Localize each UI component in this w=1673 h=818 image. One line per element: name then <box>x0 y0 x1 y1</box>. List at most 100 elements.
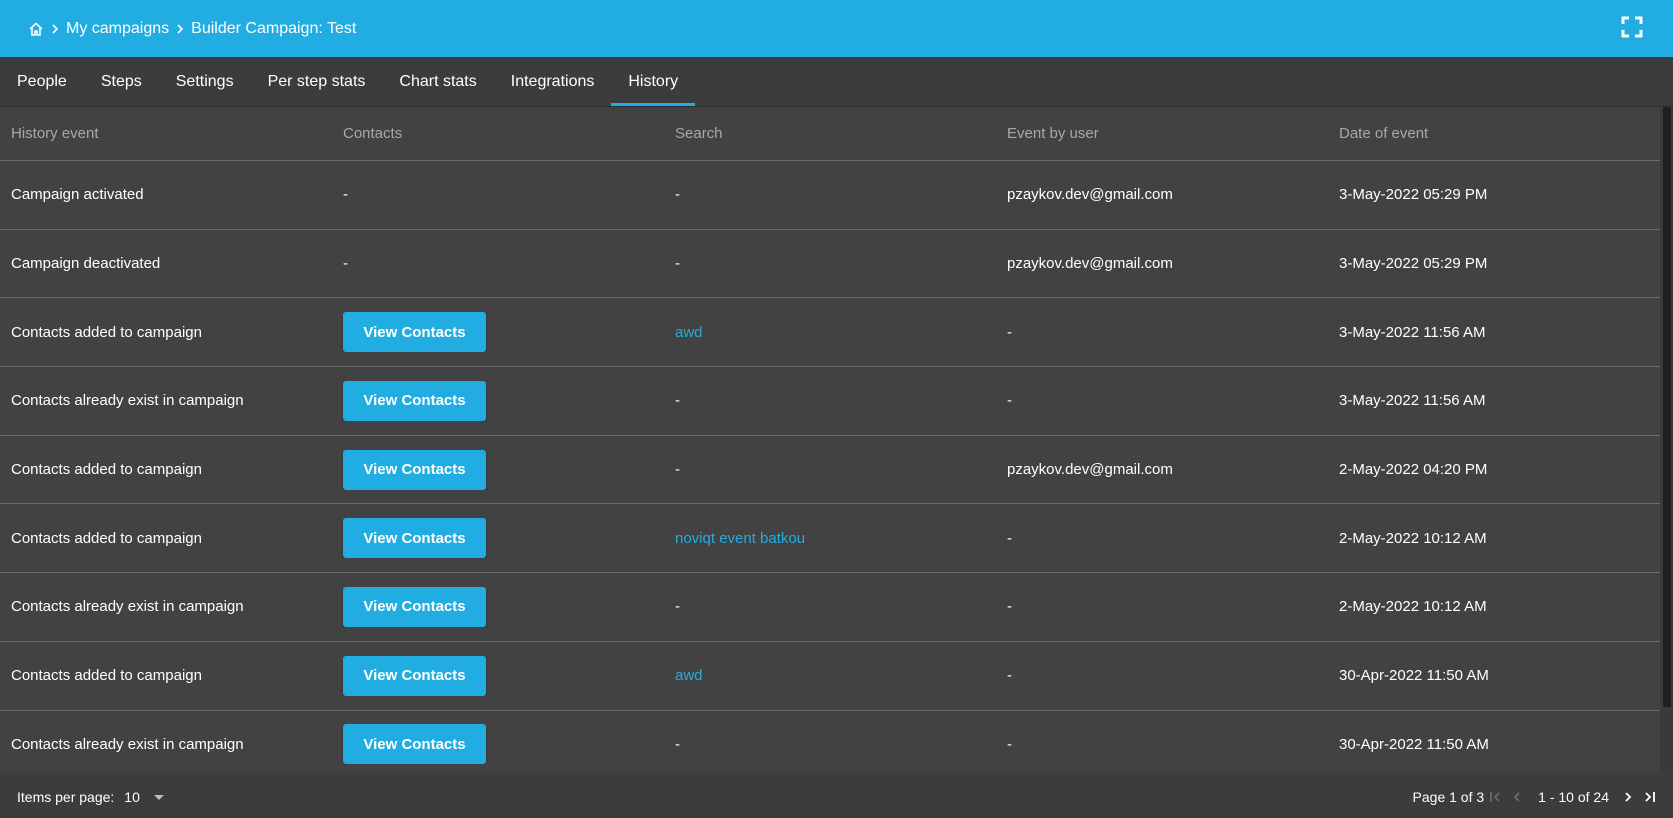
search-cell: - <box>675 255 680 273</box>
table-row: Contacts already exist in campaign View C… <box>0 573 1660 642</box>
view-contacts-button[interactable]: View Contacts <box>343 449 486 490</box>
column-header-date-of-event[interactable]: Date of event <box>1328 125 1660 142</box>
table-row: Contacts added to campaign View Contacts -… <box>0 436 1660 505</box>
history-event-cell: Contacts added to campaign <box>11 667 202 685</box>
page-navigation: Page 1 of 3 1 - 10 of 24 <box>1413 787 1661 807</box>
date-of-event-cell: 3-May-2022 05:29 PM <box>1339 186 1488 204</box>
column-header-search[interactable]: Search <box>664 125 996 142</box>
event-by-user-cell: pzaykov.dev@gmail.com <box>1007 255 1173 273</box>
date-of-event-cell: 30-Apr-2022 11:50 AM <box>1339 667 1489 685</box>
table-row: Contacts already exist in campaign View C… <box>0 367 1660 436</box>
table-row: Contacts added to campaign View Contacts a… <box>0 642 1660 711</box>
tab-people[interactable]: People <box>0 57 84 106</box>
table-row: Campaign activated - - pzaykov.dev@gmail.co… <box>0 161 1660 230</box>
items-per-page: Items per page: 10 <box>17 789 164 805</box>
view-contacts-button[interactable]: View Contacts <box>343 724 486 765</box>
previous-page-icon[interactable] <box>1506 787 1528 807</box>
contacts-cell: View Contacts <box>332 518 664 559</box>
view-contacts-button[interactable]: View Contacts <box>343 655 486 696</box>
table-body: Campaign activated - - pzaykov.dev@gmail.co… <box>0 161 1660 773</box>
search-link[interactable]: awd <box>675 667 703 684</box>
tab-chart-stats[interactable]: Chart stats <box>382 57 493 106</box>
table-row: Campaign deactivated - - pzaykov.dev@gmail.… <box>0 230 1660 299</box>
history-event-cell: Campaign activated <box>11 186 144 204</box>
scrollbar-thumb[interactable] <box>1663 107 1671 707</box>
search-cell: - <box>675 392 680 410</box>
column-header-contacts[interactable]: Contacts <box>332 125 664 142</box>
search-link[interactable]: noviqt event batkou <box>675 530 805 547</box>
tab-settings[interactable]: Settings <box>159 57 251 106</box>
search-cell: awd <box>664 324 996 341</box>
breadcrumb: My campaigns Builder Campaign: Test <box>28 20 356 38</box>
contacts-cell: View Contacts <box>332 380 664 421</box>
contacts-cell: View Contacts <box>332 449 664 490</box>
column-header-event-by-user[interactable]: Event by user <box>996 125 1328 142</box>
paginator: Items per page: 10 Page 1 of 3 1 - 10 of… <box>0 773 1673 818</box>
event-by-user-cell: - <box>1007 667 1012 685</box>
tab-per-step-stats[interactable]: Per step stats <box>251 57 383 106</box>
event-by-user-cell: pzaykov.dev@gmail.com <box>1007 186 1173 204</box>
date-of-event-cell: 3-May-2022 11:56 AM <box>1339 392 1486 410</box>
history-event-cell: Contacts added to campaign <box>11 461 202 479</box>
tab-steps[interactable]: Steps <box>84 57 159 106</box>
search-cell: awd <box>664 667 996 684</box>
event-by-user-cell: - <box>1007 392 1012 410</box>
contacts-cell: View Contacts <box>332 655 664 696</box>
tab-bar: People Steps Settings Per step stats Cha… <box>0 57 1673 107</box>
contacts-cell: - <box>343 186 348 204</box>
table-row: Contacts already exist in campaign View C… <box>0 711 1660 774</box>
date-of-event-cell: 3-May-2022 11:56 AM <box>1339 323 1486 341</box>
range-label: 1 - 10 of 24 <box>1538 789 1609 805</box>
table-row: Contacts added to campaign View Contacts a… <box>0 298 1660 368</box>
fullscreen-icon[interactable] <box>1621 16 1643 38</box>
first-page-icon[interactable] <box>1484 787 1506 807</box>
contacts-cell: View Contacts <box>332 724 664 765</box>
contacts-cell: View Contacts <box>332 312 664 353</box>
search-cell: - <box>675 735 680 753</box>
breadcrumb-current: Builder Campaign: Test <box>191 19 357 37</box>
next-page-icon[interactable] <box>1617 787 1639 807</box>
date-of-event-cell: 2-May-2022 10:12 AM <box>1339 598 1487 616</box>
view-contacts-button[interactable]: View Contacts <box>343 518 486 559</box>
page-label: Page 1 of 3 <box>1412 789 1485 805</box>
table-row: Contacts added to campaign View Contacts n… <box>0 504 1660 574</box>
chevron-down-icon <box>153 794 164 800</box>
breadcrumb-my-campaigns[interactable]: My campaigns <box>66 20 169 38</box>
date-of-event-cell: 30-Apr-2022 11:50 AM <box>1339 735 1489 753</box>
history-event-cell: Contacts already exist in campaign <box>11 392 244 410</box>
search-cell: - <box>675 461 680 479</box>
table-header: History event Contacts Search Event by u… <box>0 107 1660 161</box>
chevron-right-icon <box>50 23 60 35</box>
event-by-user-cell: - <box>1007 598 1012 616</box>
search-link[interactable]: awd <box>675 324 703 341</box>
date-of-event-cell: 2-May-2022 04:20 PM <box>1339 461 1488 479</box>
history-event-cell: Contacts added to campaign <box>11 323 202 341</box>
last-page-icon[interactable] <box>1639 787 1661 807</box>
tab-integrations[interactable]: Integrations <box>494 57 612 106</box>
contacts-cell: View Contacts <box>332 586 664 627</box>
contacts-cell: - <box>343 255 348 273</box>
items-per-page-select[interactable]: 10 <box>124 789 164 805</box>
table-scrollbar[interactable] <box>1660 107 1673 773</box>
tab-history[interactable]: History <box>611 57 695 106</box>
search-cell: noviqt event batkou <box>664 530 996 547</box>
view-contacts-button[interactable]: View Contacts <box>343 586 486 627</box>
history-event-cell: Contacts already exist in campaign <box>11 735 244 753</box>
history-event-cell: Campaign deactivated <box>11 255 161 273</box>
items-per-page-label: Items per page: <box>17 789 115 805</box>
event-by-user-cell: - <box>1007 735 1012 753</box>
view-contacts-button[interactable]: View Contacts <box>343 312 486 353</box>
history-event-cell: Contacts added to campaign <box>11 529 202 547</box>
top-bar: My campaigns Builder Campaign: Test <box>0 0 1673 57</box>
search-cell: - <box>675 598 680 616</box>
date-of-event-cell: 3-May-2022 05:29 PM <box>1339 255 1488 273</box>
home-icon[interactable] <box>28 21 44 37</box>
history-table: History event Contacts Search Event by u… <box>0 107 1660 773</box>
event-by-user-cell: - <box>1007 529 1012 547</box>
column-header-history-event[interactable]: History event <box>0 125 332 142</box>
chevron-right-icon <box>175 23 185 35</box>
history-event-cell: Contacts already exist in campaign <box>11 598 244 616</box>
date-of-event-cell: 2-May-2022 10:12 AM <box>1339 529 1487 547</box>
view-contacts-button[interactable]: View Contacts <box>343 380 486 421</box>
event-by-user-cell: pzaykov.dev@gmail.com <box>1007 461 1173 479</box>
